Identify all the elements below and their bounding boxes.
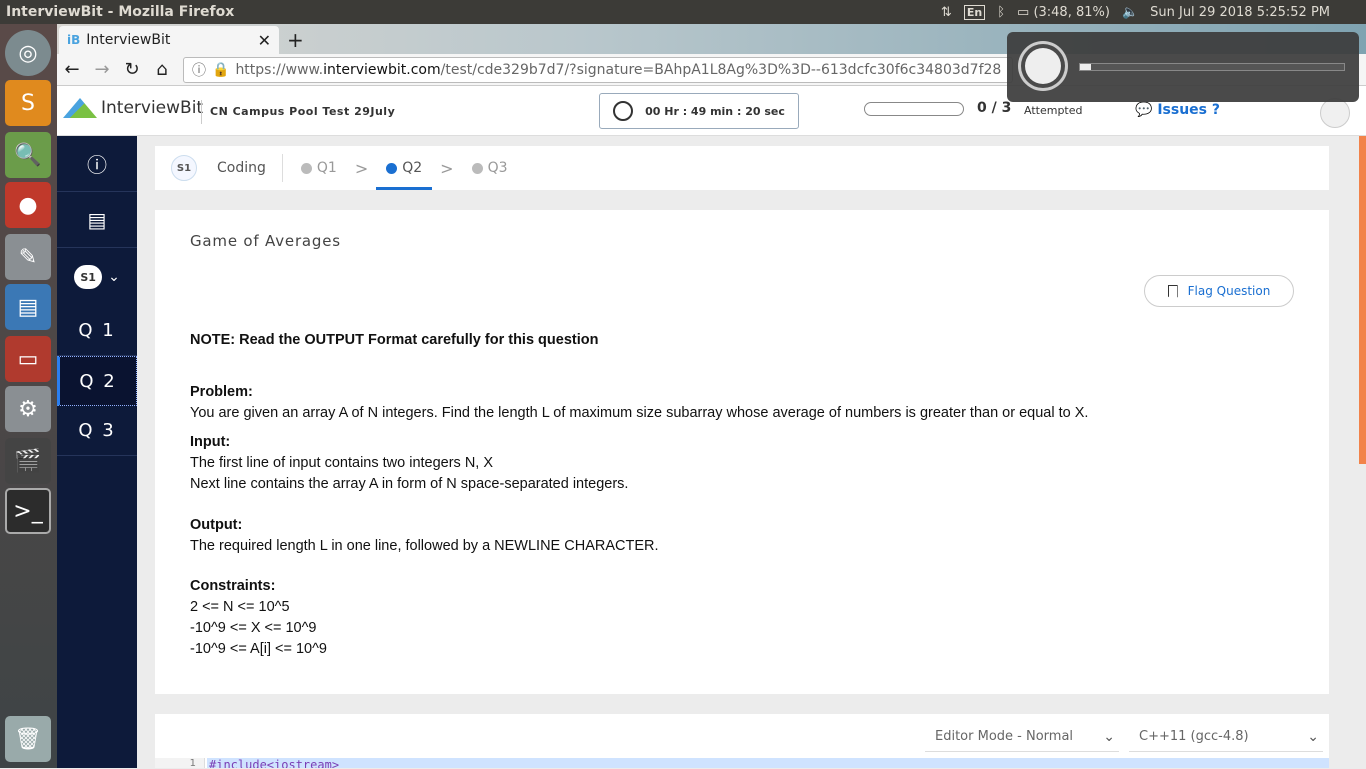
logo[interactable]: InterviewBit (63, 98, 203, 118)
document-viewer-icon[interactable]: ▤ (5, 284, 51, 330)
home-icon[interactable]: ⌂ (147, 59, 177, 80)
test-name: CN Campus Pool Test 29July (201, 100, 395, 124)
problem-statement: NOTE: Read the OUTPUT Format carefully f… (190, 330, 1088, 660)
status-dot (300, 162, 312, 174)
chevron-right-icon: > (354, 158, 369, 178)
bookmark-icon (1167, 284, 1178, 298)
battery-icon: ▭ (1017, 4, 1030, 20)
video-editor-icon[interactable]: 🎬 (5, 438, 51, 484)
interviewbit-favicon-icon: iB (67, 33, 81, 47)
system-indicators: ⇅ En ᛒ ▭ (3:48, 81%) 🔈 Sun Jul 29 2018 5… (941, 0, 1366, 24)
text-editor-icon[interactable]: ✎ (5, 234, 51, 280)
battery-indicator[interactable]: ▭ (3:48, 81%) (1017, 5, 1110, 20)
section-toggle[interactable]: S1 ⌄ (57, 248, 137, 306)
problem-title: Game of Averages (190, 232, 341, 250)
network-icon[interactable]: ⇅ (941, 5, 952, 20)
input-line-2: Next line contains the array A in form o… (190, 475, 629, 492)
notes-icon[interactable]: ▤ (57, 192, 137, 248)
flag-question-button[interactable]: Flag Question (1144, 275, 1294, 307)
ubuntu-dash-icon[interactable]: ◎ (5, 30, 51, 76)
problem-text: You are given an array A of N integers. … (190, 404, 1089, 421)
interviewbit-logo-icon (63, 98, 97, 118)
sidebar-item-q3[interactable]: Q 3 (57, 406, 137, 456)
breadcrumb-q2[interactable]: Q2 (376, 146, 433, 190)
back-icon[interactable]: ← (57, 59, 87, 80)
input-line-1: The first line of input contains two int… (190, 455, 494, 472)
problem-heading: Problem: (190, 383, 253, 400)
brightness-osd (1007, 32, 1359, 102)
clock-icon (613, 101, 634, 121)
trash-icon[interactable]: 🗑 (5, 716, 51, 762)
url-bar[interactable]: ⓘ 🔒 https://www. interviewbit.com/test/cd… (183, 57, 1013, 83)
section-badge: S1 (74, 265, 103, 289)
issues-link[interactable]: 💬 Issues ? (1135, 102, 1220, 118)
attempt-progress-bar (864, 102, 964, 116)
breadcrumb-q3[interactable]: Q3 (471, 146, 508, 190)
chevron-right-icon: > (440, 158, 454, 178)
chat-icon: 💬 (1135, 102, 1153, 118)
attempted-count: 0 / 3 (977, 100, 1012, 116)
constraint-2: -10^9 <= X <= 10^9 (190, 619, 317, 636)
output-text: The required length L in one line, follo… (190, 537, 659, 554)
input-heading: Input: (190, 434, 231, 451)
breadcrumb: S1 Coding Q1 > Q2 > Q3 (155, 146, 1329, 190)
section-badge: S1 (171, 155, 197, 181)
lock-icon: 🔒 (212, 62, 230, 78)
output-heading: Output: (190, 516, 243, 533)
settings-icon[interactable]: ⚙ (5, 386, 51, 432)
sidebar-item-q1[interactable]: Q 1 (57, 306, 137, 356)
new-tab-icon[interactable]: + (287, 28, 304, 52)
image-viewer-icon[interactable]: 🔍 (5, 132, 51, 178)
window-title: InterviewBit - Mozilla Firefox (6, 4, 235, 20)
editor-mode-select[interactable]: Editor Mode - Normal ⌄ (925, 722, 1119, 752)
code-line[interactable]: #include<iostream> (207, 758, 1329, 768)
info-icon[interactable]: ⓘ (192, 60, 206, 80)
avatar[interactable] (1320, 98, 1350, 128)
question-sidebar: ⓘ ▤ S1 ⌄ Q 1 Q 2 Q 3 (57, 136, 137, 768)
info-icon[interactable]: ⓘ (57, 136, 137, 192)
status-dot (471, 162, 483, 174)
os-top-panel: InterviewBit - Mozilla Firefox ⇅ En ᛒ ▭ … (0, 0, 1366, 24)
keyboard-layout-indicator[interactable]: En (963, 4, 986, 20)
constraint-3: -10^9 <= A[i] <= 10^9 (190, 640, 327, 657)
section-label: Coding (217, 160, 266, 176)
breadcrumb-q1[interactable]: Q1 (300, 146, 337, 190)
sidebar-item-q2[interactable]: Q 2 (57, 356, 137, 406)
browser-tab[interactable]: iB InterviewBit ✕ (59, 26, 279, 54)
constraint-1: 2 <= N <= 10^5 (190, 599, 290, 616)
sublime-text-icon[interactable]: S (5, 80, 51, 126)
note-text: NOTE: Read the OUTPUT Format carefully f… (190, 332, 599, 348)
close-tab-icon[interactable]: ✕ (258, 31, 271, 50)
status-dot (386, 162, 398, 174)
forward-icon[interactable]: → (87, 59, 117, 80)
chevron-down-icon: ⌄ (108, 269, 120, 285)
volume-icon[interactable]: 🔈 (1122, 5, 1138, 20)
terminal-icon[interactable]: >_ (5, 488, 51, 534)
archive-manager-icon[interactable]: ▭ (5, 336, 51, 382)
problem-panel: Game of Averages Flag Question NOTE: Rea… (155, 210, 1329, 694)
reload-icon[interactable]: ↻ (117, 59, 147, 80)
unity-launcher: ◎ S 🔍 ● ✎ ▤ ▭ ⚙ 🎬 >_ 🗑 (0, 24, 57, 768)
divider (281, 154, 283, 182)
clock[interactable]: Sun Jul 29 2018 5:25:52 PM (1150, 5, 1330, 20)
constraints-heading: Constraints: (190, 578, 276, 595)
language-select[interactable]: C++11 (gcc-4.8) ⌄ (1129, 722, 1323, 752)
brightness-bar (1079, 63, 1345, 71)
brightness-fill (1080, 64, 1091, 70)
attempted-label: Attempted (1024, 104, 1083, 117)
line-number: 1 (155, 758, 205, 769)
tab-title: InterviewBit (86, 32, 171, 48)
chevron-down-icon: ⌄ (1103, 728, 1115, 745)
chevron-down-icon: ⌄ (1307, 728, 1319, 745)
code-editor[interactable]: 1 #include<iostream> (155, 758, 1329, 769)
timer: 00 Hr : 49 min : 20 sec (599, 93, 799, 129)
firefox-icon[interactable]: ● (5, 182, 51, 228)
brightness-icon (1025, 48, 1061, 84)
scrollbar[interactable] (1359, 136, 1366, 464)
bluetooth-icon[interactable]: ᛒ (997, 5, 1005, 20)
editor-toolbar: Editor Mode - Normal ⌄ C++11 (gcc-4.8) ⌄ (155, 714, 1329, 758)
